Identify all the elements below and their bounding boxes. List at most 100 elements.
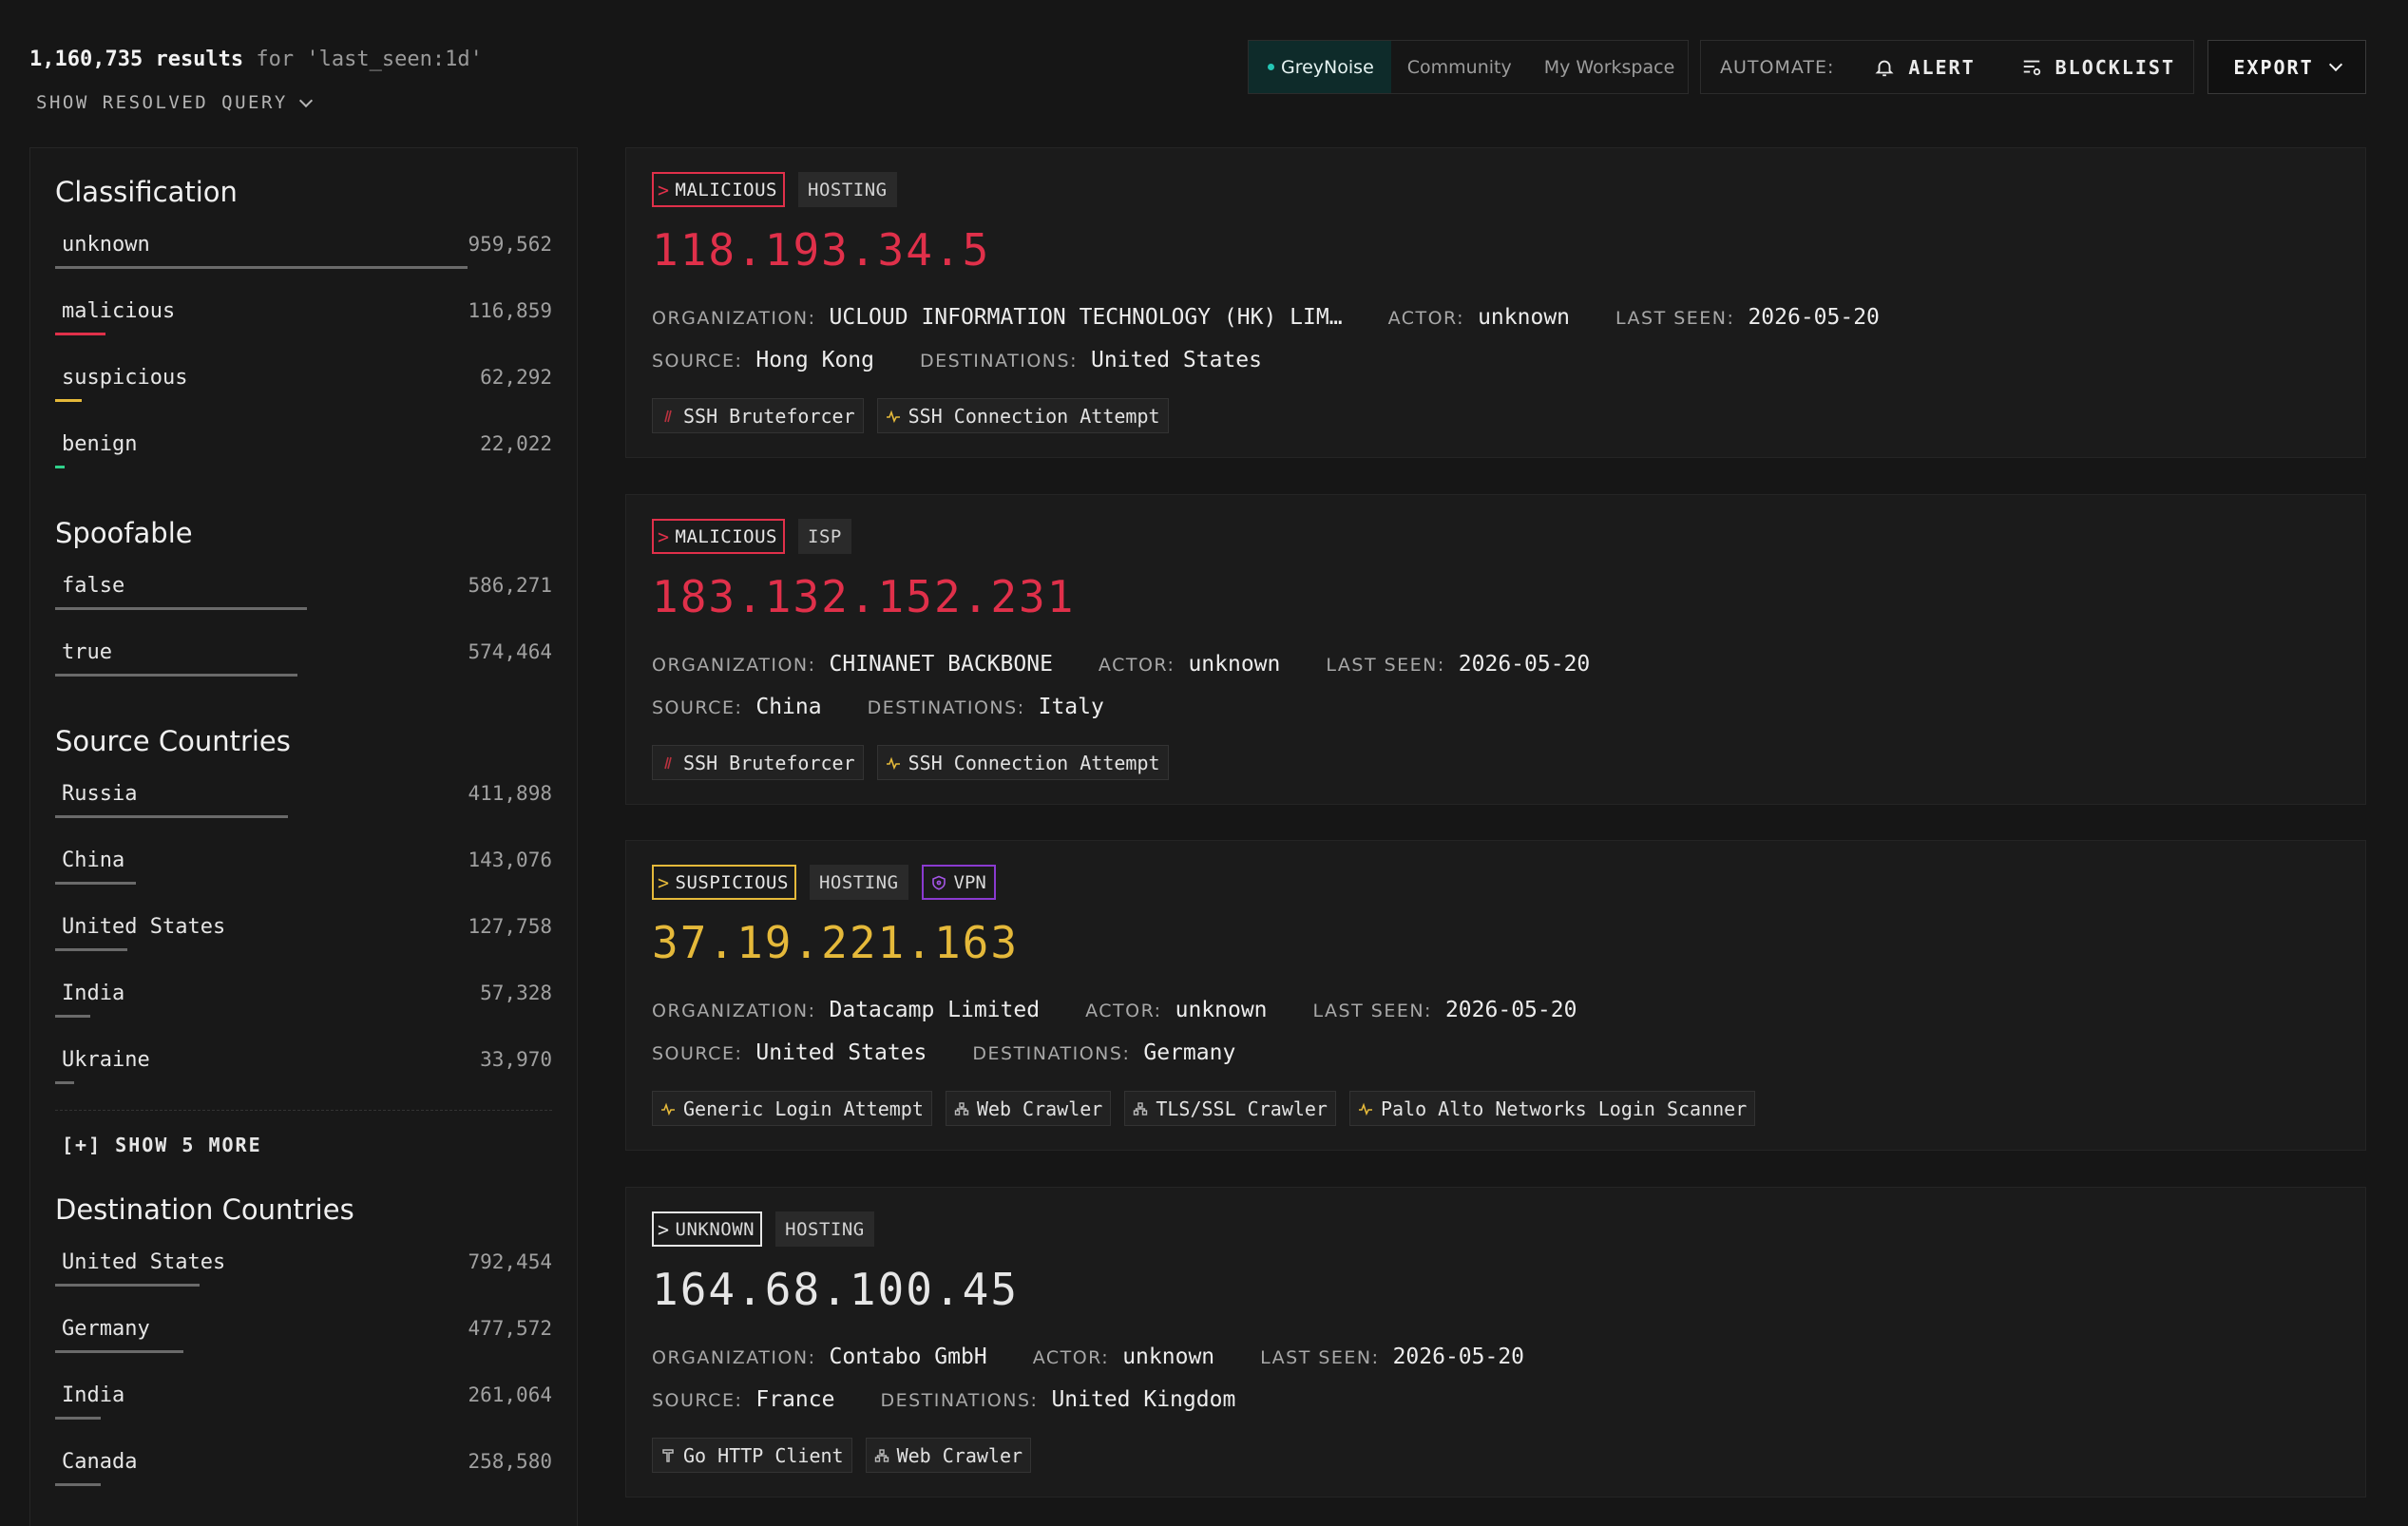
category-tag[interactable]: ISP — [798, 519, 851, 554]
facet-item-suspicious[interactable]: suspicious 62,292 — [55, 356, 552, 423]
tag-chip[interactable]: Generic Login Attempt — [652, 1091, 932, 1126]
facet-item-ukraine[interactable]: Ukraine 33,970 — [55, 1039, 552, 1105]
facet-item-unknown[interactable]: unknown 959,562 — [55, 223, 552, 290]
chevron-right-icon: > — [658, 870, 670, 894]
workspace-tab-label: My Workspace — [1543, 56, 1675, 78]
activity-icon — [660, 1101, 676, 1116]
organization-value: UCLOUD INFORMATION TECHNOLOGY (HK) LIM… — [829, 305, 1343, 330]
tag-chip[interactable]: SSH Bruteforcer — [652, 745, 864, 780]
facet-item-united-states[interactable]: United States 127,758 — [55, 906, 552, 972]
category-tag[interactable]: HOSTING — [809, 865, 908, 900]
facet-item-benign[interactable]: benign 22,022 — [55, 423, 552, 489]
facet-destination-countries: Destination Countries United States 792,4… — [30, 1166, 577, 1507]
ip-address-link[interactable]: 118.193.34.5 — [652, 224, 990, 276]
facet-item-canada[interactable]: Canada 258,580 — [55, 1440, 552, 1507]
facet-item-label: India — [62, 1383, 125, 1407]
classification-badge[interactable]: > MALICIOUS — [652, 519, 785, 554]
facet-item-bar — [55, 1483, 101, 1486]
query-text: for 'last_seen:1d' — [243, 48, 483, 71]
tag-chip[interactable]: SSH Connection Attempt — [876, 398, 1169, 433]
facet-item-india[interactable]: India 57,328 — [55, 972, 552, 1039]
tag-chip[interactable]: SSH Bruteforcer — [652, 398, 864, 433]
activity-icon — [886, 755, 901, 771]
ip-result-card[interactable]: > MALICIOUS HOSTING 118.193.34.5 ORGANIZA… — [625, 147, 2366, 458]
ip-address-link[interactable]: 37.19.221.163 — [652, 917, 1019, 968]
classification-badge[interactable]: > MALICIOUS — [652, 172, 785, 207]
ip-address-link[interactable]: 183.132.152.231 — [652, 571, 1075, 622]
ip-result-card[interactable]: > UNKNOWN HOSTING 164.68.100.45 ORGANIZAT… — [625, 1187, 2366, 1497]
facet-spoofable: Spoofable false 586,271 true 574,464 — [30, 489, 577, 697]
workspace-tab-community[interactable]: Community — [1391, 41, 1528, 93]
tag-chip[interactable]: TLS/SSL Crawler — [1124, 1091, 1336, 1126]
ip-address-link[interactable]: 164.68.100.45 — [652, 1264, 1019, 1315]
facet-item-bar — [55, 1284, 200, 1287]
last-seen-key: LAST SEEN: — [1260, 1347, 1380, 1368]
facet-item-label: true — [62, 640, 112, 664]
facet-item-bar — [55, 1350, 183, 1353]
facet-item-india[interactable]: India 261,064 — [55, 1374, 552, 1440]
facet-item-label: Canada — [62, 1450, 138, 1474]
organization-key: ORGANIZATION: — [652, 308, 816, 329]
card-meta-secondary: SOURCE: United States DESTINATIONS: Germ… — [652, 1040, 1281, 1065]
organization-value: Datacamp Limited — [829, 998, 1041, 1022]
workspace-tab-greynoise[interactable]: GreyNoise — [1249, 41, 1391, 93]
facet-title: Classification — [55, 176, 238, 208]
actor-value: unknown — [1478, 305, 1571, 330]
card-meta-primary: ORGANIZATION: Contabo GmbH ACTOR: unknow… — [652, 1345, 1570, 1369]
tag-chip[interactable]: SSH Connection Attempt — [876, 745, 1169, 780]
facet-item-false[interactable]: false 586,271 — [55, 564, 552, 631]
facet-item-bar — [55, 948, 127, 951]
facet-item-germany[interactable]: Germany 477,572 — [55, 1307, 552, 1374]
workspace-tab-my-workspace[interactable]: My Workspace — [1528, 41, 1691, 93]
ip-result-card[interactable]: > SUSPICIOUS HOSTING VPN 37.19.221.163 OR… — [625, 840, 2366, 1151]
tag-chip[interactable]: Palo Alto Networks Login Scanner — [1348, 1091, 1756, 1126]
facet-item-count: 959,562 — [468, 233, 552, 256]
card-badges: > MALICIOUS HOSTING — [652, 172, 897, 207]
show-more-button[interactable]: [+] SHOW 5 MORE — [55, 1110, 552, 1166]
tag-chip-label: Web Crawler — [976, 1097, 1103, 1120]
tag-chip-label: SSH Connection Attempt — [908, 404, 1160, 428]
classification-badge[interactable]: > UNKNOWN — [652, 1211, 763, 1247]
show-resolved-query-toggle[interactable]: SHOW RESOLVED QUERY — [36, 92, 313, 113]
crawler-icon — [874, 1448, 889, 1463]
facet-item-united-states[interactable]: United States 792,454 — [55, 1241, 552, 1307]
category-tag[interactable]: HOSTING — [775, 1211, 874, 1247]
blocklist-label: BLOCKLIST — [2054, 55, 2175, 79]
classification-label: SUSPICIOUS — [675, 871, 789, 893]
tag-chip[interactable]: Web Crawler — [865, 1438, 1032, 1473]
actor-value: unknown — [1188, 652, 1281, 677]
facet-item-true[interactable]: true 574,464 — [55, 631, 552, 697]
tag-chip[interactable]: Web Crawler — [945, 1091, 1112, 1126]
vpn-badge[interactable]: VPN — [921, 865, 996, 900]
facet-item-count: 116,859 — [468, 299, 552, 322]
chevron-right-icon: > — [658, 1217, 670, 1241]
card-badges: > MALICIOUS ISP — [652, 519, 851, 554]
facet-item-china[interactable]: China 143,076 — [55, 839, 552, 906]
classification-badge[interactable]: > SUSPICIOUS — [652, 865, 796, 900]
facet-item-bar — [55, 399, 82, 402]
last-seen-key: LAST SEEN: — [1615, 308, 1735, 329]
organization-key: ORGANIZATION: — [652, 1347, 816, 1368]
facet-item-label: unknown — [62, 233, 150, 257]
organization-value: CHINANET BACKBONE — [829, 652, 1053, 677]
source-value: China — [755, 695, 822, 719]
tag-chip-label: Go HTTP Client — [683, 1443, 844, 1467]
facet-list: Russia 411,898 China 143,076 United States 12… — [55, 773, 552, 1105]
export-button[interactable]: EXPORT — [2207, 40, 2366, 94]
facet-item-bar — [55, 266, 468, 269]
facet-item-bar — [55, 466, 65, 468]
tag-chip[interactable]: Go HTTP Client — [652, 1438, 852, 1473]
facet-item-malicious[interactable]: malicious 116,859 — [55, 290, 552, 356]
facet-item-russia[interactable]: Russia 411,898 — [55, 773, 552, 839]
activity-icon — [886, 409, 901, 424]
chevron-right-icon: > — [658, 525, 670, 548]
ip-result-card[interactable]: > MALICIOUS ISP 183.132.152.231 ORGANIZAT… — [625, 494, 2366, 805]
destinations-key: DESTINATIONS: — [972, 1043, 1131, 1064]
malicious-tag-icon — [660, 409, 676, 424]
blocklist-button[interactable]: BLOCKLIST — [2021, 56, 2175, 79]
facet-list: United States 792,454 Germany 477,572 India 2… — [55, 1241, 552, 1507]
alert-button[interactable]: ALERT — [1874, 56, 1975, 79]
category-tag[interactable]: HOSTING — [798, 172, 897, 207]
facet-title: Destination Countries — [55, 1193, 354, 1226]
source-key: SOURCE: — [652, 1390, 743, 1411]
